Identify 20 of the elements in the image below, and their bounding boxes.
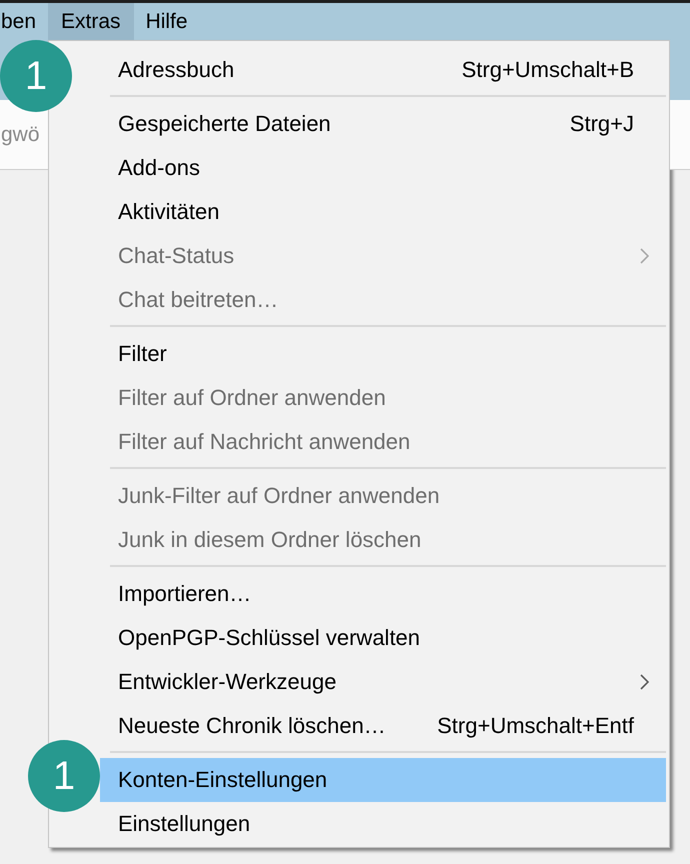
menu-bar-item[interactable]: Hilfe <box>134 3 200 40</box>
menu-item[interactable]: Entwickler-Werkzeuge <box>100 660 666 704</box>
menu-item[interactable]: Add-ons <box>100 146 666 190</box>
chevron-right-icon <box>640 248 649 264</box>
menu-item[interactable]: Adressbuch Strg+Umschalt+B <box>100 48 666 92</box>
menu-item[interactable]: Filter <box>100 332 666 376</box>
menu-item[interactable]: Aktivitäten <box>100 190 666 234</box>
menu-item[interactable]: Importieren… <box>100 572 666 616</box>
menu-bar-item[interactable]: Extras <box>48 3 134 40</box>
shortcut-text: Strg+Umschalt+Entf <box>437 713 634 739</box>
menu-item[interactable]: Neueste Chronik löschen… Strg+Umschalt+Entf <box>100 704 666 748</box>
menu-bar-item[interactable]: ben <box>0 3 48 40</box>
menu-item[interactable]: Gespeicherte Dateien Strg+J <box>100 102 666 146</box>
shortcut-text: Strg+Umschalt+B <box>462 57 634 83</box>
menu-item[interactable]: Konten-Einstellungen <box>100 758 666 802</box>
chevron-right-icon <box>640 674 649 690</box>
shortcut-text: Strg+J <box>570 111 634 137</box>
step-badge: 1 <box>28 740 100 812</box>
menu-item[interactable]: Einstellungen <box>100 802 666 846</box>
menu-item[interactable]: OpenPGP-Schlüssel verwalten <box>100 616 666 660</box>
